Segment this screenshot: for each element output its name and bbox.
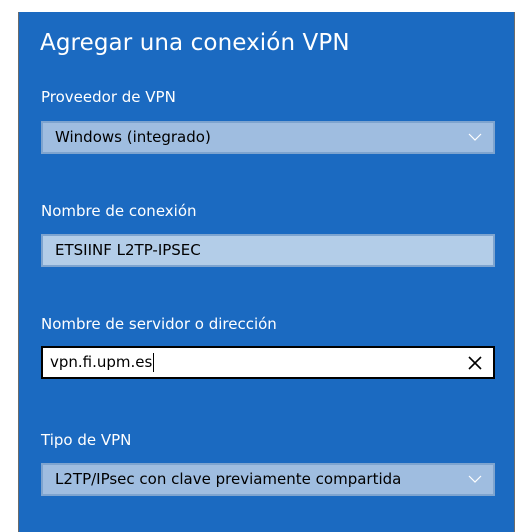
vpn-provider-label: Proveedor de VPN (41, 88, 176, 106)
vpn-type-label: Tipo de VPN (41, 431, 132, 449)
vpn-type-select[interactable]: L2TP/IPsec con clave previamente compart… (41, 463, 495, 496)
server-address-label: Nombre de servidor o dirección (41, 315, 277, 333)
server-address-input[interactable]: vpn.fi.upm.es (41, 346, 495, 379)
close-icon[interactable] (468, 356, 482, 370)
connection-name-label: Nombre de conexión (41, 202, 197, 220)
connection-name-field[interactable]: ETSIINF L2TP-IPSEC (41, 234, 495, 267)
vpn-provider-select[interactable]: Windows (integrado) (41, 121, 495, 154)
vpn-type-value: L2TP/IPsec con clave previamente compart… (55, 470, 402, 488)
chevron-down-icon (468, 133, 482, 141)
page-title: Agregar una conexión VPN (40, 30, 350, 56)
add-vpn-connection-panel: Agregar una conexión VPN Proveedor de VP… (18, 12, 515, 532)
text-cursor (153, 353, 155, 372)
chevron-down-icon (468, 475, 482, 483)
vpn-provider-value: Windows (integrado) (55, 128, 211, 146)
connection-name-value: ETSIINF L2TP-IPSEC (55, 241, 201, 259)
server-address-value: vpn.fi.upm.es (50, 353, 153, 371)
